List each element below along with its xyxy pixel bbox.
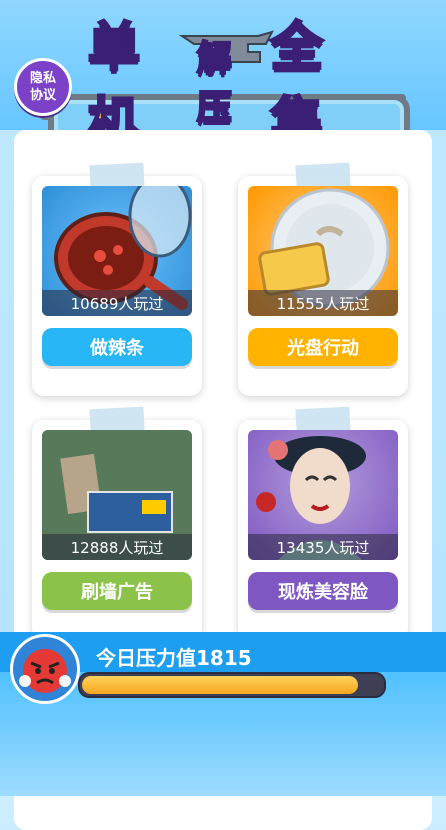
- angry-face-avatar: [10, 634, 80, 704]
- game-card-la-tiao[interactable]: 10689人玩过 做辣条: [32, 162, 202, 396]
- privacy-line-2: 协议: [29, 88, 56, 103]
- game-thumbnail: 10689人玩过: [42, 186, 192, 316]
- play-count: 10689人玩过: [42, 290, 192, 316]
- pressure-bar-fill: [82, 676, 358, 694]
- play-button-la-tiao[interactable]: 做辣条: [42, 328, 192, 366]
- pressure-label: 今日压力值1815: [96, 642, 252, 671]
- play-count: 12888人玩过: [42, 534, 192, 560]
- game-card-opera-face[interactable]: 13435人玩过 现炼美容脸: [238, 406, 408, 640]
- play-button-wall-ad[interactable]: 刷墙广告: [42, 572, 192, 610]
- play-count: 11555人玩过: [248, 290, 398, 316]
- app-title: 单机 解压 全集: [86, 17, 378, 155]
- title-part-2: 解压: [196, 38, 234, 130]
- game-thumbnail: 13435人玩过: [248, 430, 398, 560]
- pressure-label-text: 今日压力值: [96, 646, 196, 670]
- game-card-wall-ad[interactable]: 12888人玩过 刷墙广告: [32, 406, 202, 640]
- pressure-bar: [78, 672, 386, 698]
- play-count: 13435人玩过: [248, 534, 398, 560]
- game-thumbnail: 11555人玩过: [248, 186, 398, 316]
- game-card-clean-plate[interactable]: 11555人玩过 光盘行动: [238, 162, 408, 396]
- privacy-line-1: 隐私: [29, 71, 56, 86]
- privacy-policy-button[interactable]: 隐私 协议: [14, 58, 72, 116]
- game-thumbnail: 12888人玩过: [42, 430, 192, 560]
- angry-face-icon: [19, 649, 71, 693]
- pressure-value: 1815: [196, 646, 252, 670]
- play-button-clean-plate[interactable]: 光盘行动: [248, 328, 398, 366]
- play-button-opera-face[interactable]: 现炼美容脸: [248, 572, 398, 610]
